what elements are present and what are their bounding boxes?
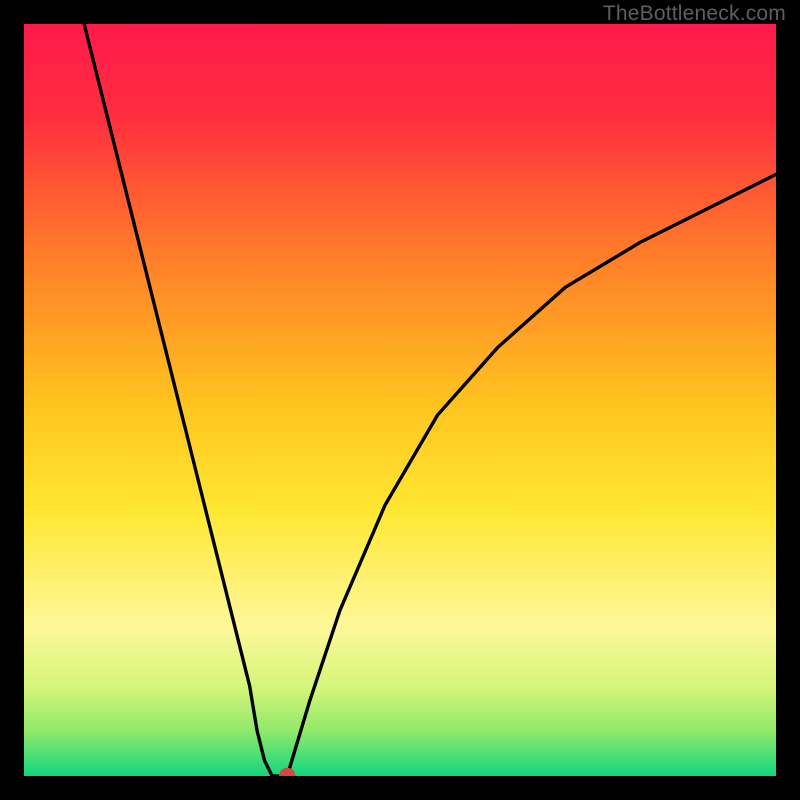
- plot-svg: [24, 24, 776, 776]
- gradient-background: [24, 24, 776, 776]
- watermark-label: TheBottleneck.com: [603, 2, 786, 26]
- chart-frame: TheBottleneck.com: [0, 0, 800, 800]
- bottleneck-plot: [24, 24, 776, 776]
